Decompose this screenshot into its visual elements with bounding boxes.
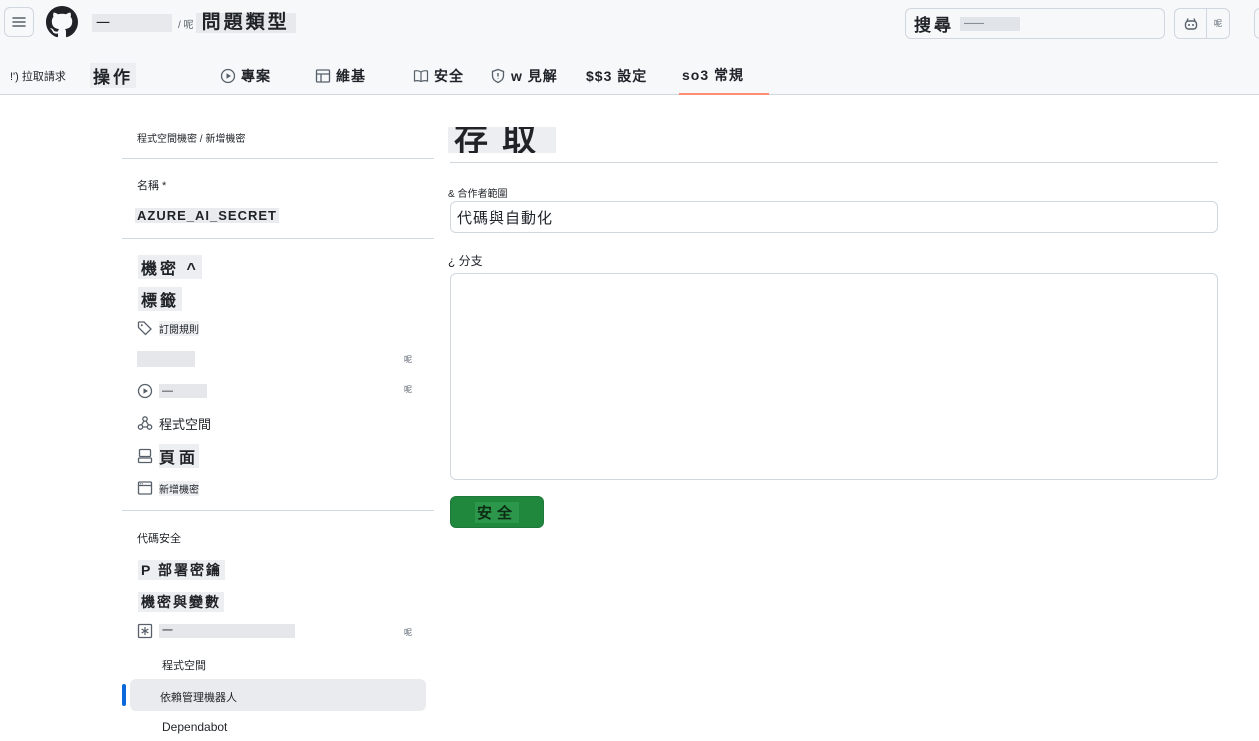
scope-input[interactable]: 代碼與自動化 <box>450 201 1218 233</box>
tab-pull-requests-label: !') 拉取請求 <box>10 70 66 83</box>
divider <box>122 510 434 511</box>
sidebar-item-label: 程式空間 <box>159 416 212 432</box>
browser-icon <box>137 480 153 496</box>
book-icon <box>413 68 429 84</box>
page-title: 存取 <box>448 127 556 153</box>
search-hint: —— <box>960 16 1020 31</box>
tab-wiki[interactable]: 維基 <box>315 56 366 95</box>
tab-insights-label: w 見解 <box>511 67 558 84</box>
divider <box>122 158 434 159</box>
status-badge: 呢 <box>404 628 412 637</box>
repo-nav: !') 拉取請求 操作 專案 維基 安全 w 見解 $$3 設定 so3 常規 <box>0 56 1259 95</box>
tab-settings[interactable]: $$3 設定 <box>586 56 647 95</box>
status-badge: 呢 <box>404 355 412 364</box>
settings-sidebar: 程式空間機密 / 新增機密 名稱 * AZURE_AI_SECRET 機密 ^ … <box>122 95 434 741</box>
repo-separator: / 呢 <box>178 19 194 31</box>
main-content: 存取 & 合作者範圍 代碼與自動化 ¿ 分支 安全 <box>446 95 1221 741</box>
value-textarea[interactable] <box>450 273 1218 480</box>
sidebar-item-label: 訂閱規則 <box>159 320 199 336</box>
asterisk-icon <box>137 623 153 639</box>
save-button[interactable]: 安全 <box>450 496 544 528</box>
divider <box>450 162 1218 163</box>
sidebar-item-secrets-variables[interactable]: 機密與變數 <box>138 592 224 612</box>
tab-actions[interactable]: 操作 <box>90 56 136 95</box>
tab-wiki-label: 維基 <box>336 67 366 84</box>
shield-icon <box>490 68 506 84</box>
sidebar-item-label: 新增機密 <box>159 480 199 496</box>
name-field-label: 名稱 * <box>137 180 167 192</box>
server-icon <box>137 448 153 464</box>
copilot-more-button[interactable]: 呢 <box>1207 9 1229 38</box>
sidebar-item-actions[interactable]: — <box>137 380 207 402</box>
app-header: 一 / 呢 問題類型 搜尋 —— 呢 !') 拉取請求 操作 專案 維基 安全 … <box>0 0 1259 95</box>
sidebar-item-secrets[interactable]: 一 <box>137 620 295 642</box>
repo-name-link[interactable]: 問題類型 <box>195 13 296 33</box>
tags-heading[interactable]: 標籤 <box>138 287 183 311</box>
tab-insights[interactable]: w 見解 <box>490 56 558 95</box>
active-item-indicator <box>122 684 126 706</box>
tab-projects[interactable]: 專案 <box>220 56 271 95</box>
overflow-button[interactable] <box>1254 8 1259 39</box>
tab-actions-label: 操作 <box>90 63 136 88</box>
sidebar-subitem-dependabot[interactable]: Dependabot <box>162 720 227 734</box>
sidebar-item-new-secret[interactable]: 新增機密 <box>137 477 199 499</box>
sidebar-subitem-dependabot-bot[interactable]: 依賴管理機器人 <box>160 689 237 705</box>
play-circle-icon <box>137 383 153 399</box>
copilot-button-group: 呢 <box>1174 8 1230 39</box>
tab-general[interactable]: so3 常規 <box>679 56 769 95</box>
sidebar-item-rules[interactable]: 訂閱規則 <box>137 317 199 339</box>
code-security-heading: 代碼安全 <box>137 533 181 545</box>
repo-breadcrumb: 一 / 呢 問題類型 <box>92 12 296 34</box>
branch-field-label: ¿ 分支 <box>448 254 483 268</box>
repo-owner-link[interactable]: 一 <box>92 14 172 32</box>
secret-section-heading[interactable]: 機密 ^ <box>138 255 202 279</box>
divider <box>122 238 434 239</box>
hamburger-icon <box>12 17 26 27</box>
search-label: 搜尋 <box>914 16 954 35</box>
copilot-icon <box>1184 17 1197 30</box>
table-icon <box>315 68 331 84</box>
tab-pull-requests[interactable]: !') 拉取請求 <box>10 56 66 95</box>
sidebar-item-pages[interactable]: 頁面 <box>137 444 200 468</box>
sidebar-item-label: 頁面 <box>159 444 200 468</box>
chevron-down-icon <box>137 351 195 367</box>
breadcrumb: 程式空間機密 / 新增機密 <box>137 134 246 145</box>
tab-projects-label: 專案 <box>241 67 271 84</box>
sidebar-item-collapse[interactable] <box>137 348 195 370</box>
sidebar-item-label: — <box>159 384 207 398</box>
play-circle-icon <box>220 68 236 84</box>
scope-field-label: & 合作者範圍 <box>448 189 508 200</box>
sidebar-subitem-codespaces[interactable]: 程式空間 <box>162 657 206 673</box>
search-input[interactable]: 搜尋 —— <box>905 8 1165 39</box>
secret-name-value: AZURE_AI_SECRET <box>135 208 279 223</box>
tab-security-label: 安全 <box>434 67 464 84</box>
status-badge: 呢 <box>404 385 412 394</box>
tab-security[interactable]: 安全 <box>413 56 464 95</box>
sidebar-item-deploy-keys[interactable]: P 部署密鑰 <box>138 560 225 580</box>
save-button-label: 安全 <box>474 501 519 523</box>
sidebar-item-label: 一 <box>159 624 295 638</box>
hamburger-menu-button[interactable] <box>4 7 34 37</box>
github-logo-icon[interactable] <box>46 6 78 38</box>
webhook-icon <box>137 415 153 431</box>
copilot-button[interactable] <box>1175 9 1207 38</box>
tab-general-label: so3 常規 <box>682 66 745 83</box>
tag-icon <box>137 320 153 336</box>
tab-settings-label: $$3 設定 <box>586 67 648 84</box>
sidebar-item-codespaces[interactable]: 程式空間 <box>137 412 211 434</box>
